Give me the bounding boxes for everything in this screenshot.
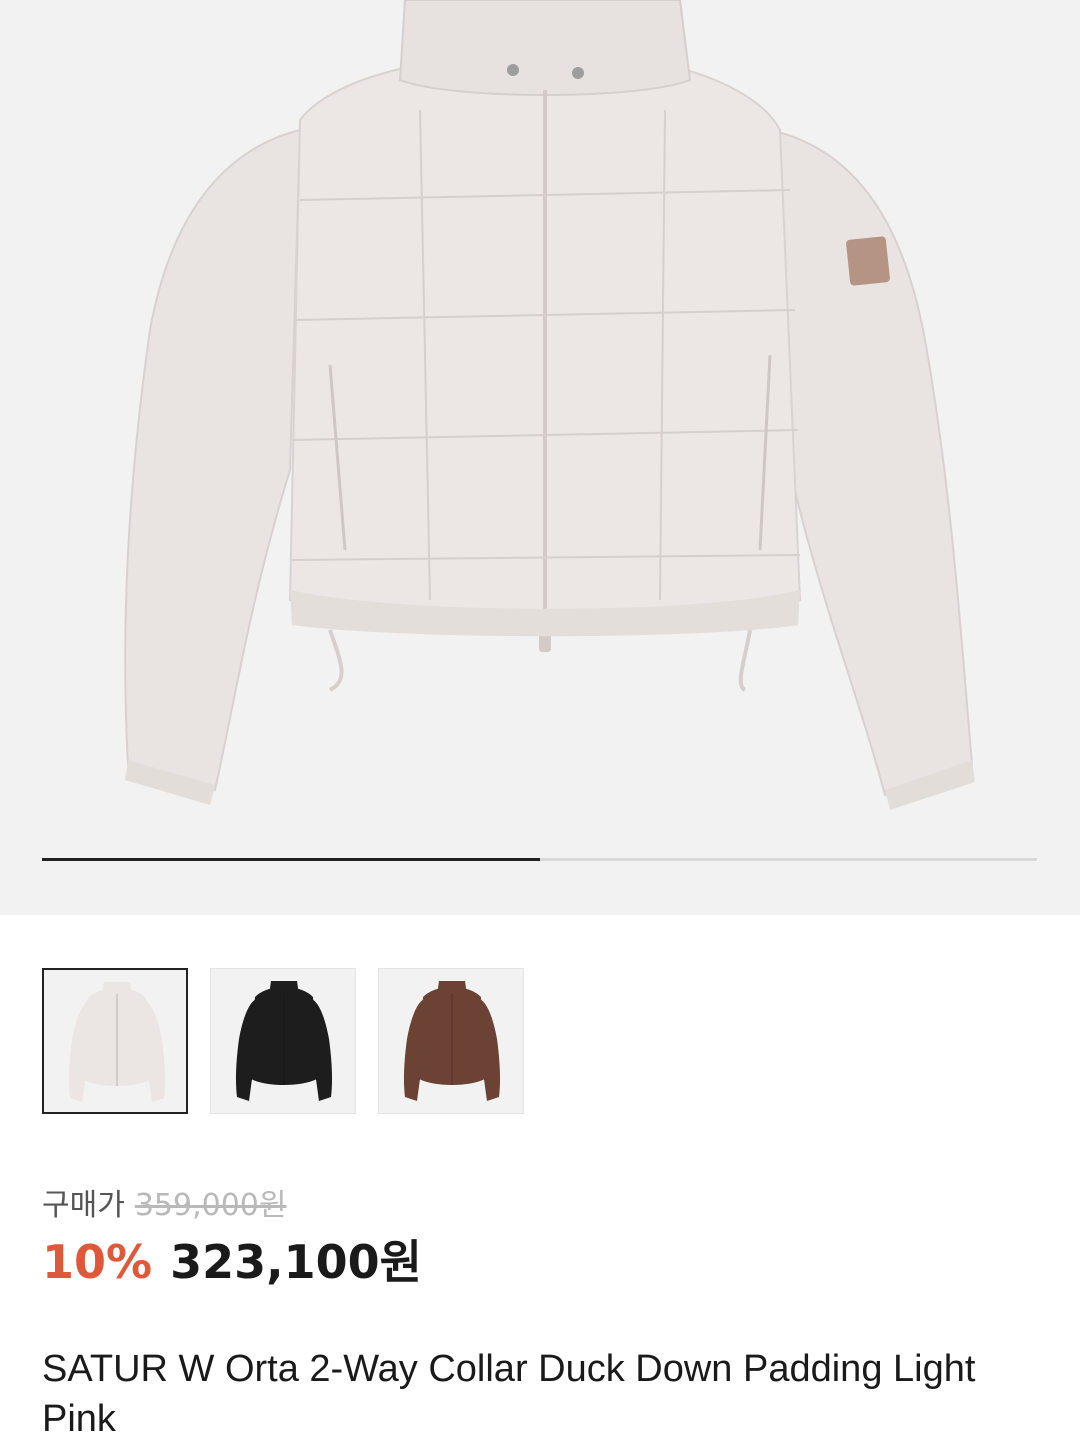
- price-label: 구매가: [42, 1188, 125, 1223]
- original-price: 359,000원: [134, 1188, 287, 1223]
- price-label-row: 구매가 359,000원: [42, 1180, 286, 1224]
- thumbnail-brown[interactable]: [378, 968, 524, 1114]
- thumbnail-jacket-icon: [403, 981, 501, 1101]
- sale-price: 323,100원: [170, 1235, 422, 1289]
- thumbnail-light-pink[interactable]: [42, 968, 188, 1114]
- brand-patch: [846, 236, 890, 286]
- discount-rate: 10%: [42, 1235, 153, 1289]
- thumbnail-jacket-icon: [68, 982, 166, 1102]
- thumbnail-jacket-icon: [235, 981, 333, 1101]
- product-name: SATUR W Orta 2-Way Collar Duck Down Padd…: [42, 1348, 976, 1440]
- sale-price-row: 10% 323,100원: [42, 1226, 422, 1292]
- thumbnail-black[interactable]: [210, 968, 356, 1114]
- gallery-progress-track[interactable]: [42, 858, 1037, 861]
- jacket-image: [124, 0, 975, 810]
- color-thumbnails: [42, 968, 524, 1114]
- gallery-progress-fill: [42, 858, 540, 861]
- product-image-gallery[interactable]: [0, 0, 1080, 915]
